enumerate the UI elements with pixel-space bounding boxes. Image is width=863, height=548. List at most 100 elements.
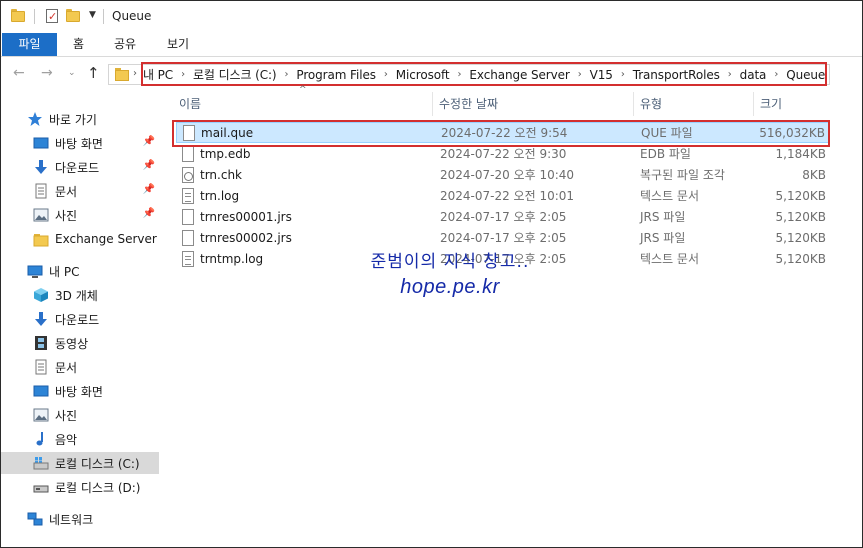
pin-icon[interactable]: 📌 xyxy=(143,208,155,219)
file-type: 복구된 파일 조각 xyxy=(640,168,725,182)
tab-home[interactable]: 홈 xyxy=(73,33,84,56)
column-header-name[interactable]: 이름 xyxy=(179,93,201,115)
file-size: 5,120KB xyxy=(775,231,826,245)
sidebar-item-downloads[interactable]: 다운로드 📌 xyxy=(1,156,159,178)
watermark-text: 준범이의 지식 창고.. xyxy=(370,252,530,272)
file-list: ^ 이름 수정한 날짜 유형 크기 mail.que 2024-07-22 오전… xyxy=(168,85,862,547)
file-type: EDB 파일 xyxy=(640,147,691,161)
window-title: Queue xyxy=(112,9,152,23)
sidebar-item-videos[interactable]: 동영상 xyxy=(1,332,159,354)
sidebar-item-label: 문서 xyxy=(55,360,78,375)
sidebar-item-local-disk-c[interactable]: 로컬 디스크 (C:) xyxy=(1,452,159,474)
file-name: trntmp.log xyxy=(200,252,264,266)
sidebar-item-label: 사진 xyxy=(55,208,78,223)
sidebar-item-music[interactable]: 음악 xyxy=(1,428,159,450)
sidebar-item-desktop[interactable]: 바탕 화면 📌 xyxy=(1,132,159,154)
sidebar-item-label: 3D 개체 xyxy=(55,288,98,303)
column-divider[interactable] xyxy=(432,92,433,116)
sidebar-network[interactable]: 네트워크 xyxy=(1,508,159,530)
tab-file[interactable]: 파일 xyxy=(2,33,57,56)
file-type: JRS 파일 xyxy=(640,210,686,224)
properties-icon[interactable]: ✓ xyxy=(46,9,58,23)
network-icon xyxy=(27,511,43,527)
file-row[interactable]: trn.log 2024-07-22 오전 10:01 텍스트 문서 5,120… xyxy=(176,186,830,207)
column-header-type[interactable]: 유형 xyxy=(640,93,662,115)
file-size: 5,120KB xyxy=(775,210,826,224)
recent-locations-chevron-icon[interactable]: ⌄ xyxy=(68,68,76,78)
sidebar-item-documents[interactable]: 문서 📌 xyxy=(1,180,159,202)
download-arrow-icon xyxy=(33,311,49,327)
sidebar-item-label: 음악 xyxy=(55,432,78,447)
sidebar-item-label: 다운로드 xyxy=(55,312,100,327)
folder-icon[interactable] xyxy=(11,9,25,22)
sidebar-item-pictures-pc[interactable]: 사진 xyxy=(1,404,159,426)
file-row[interactable]: trnres00002.jrs 2024-07-17 오후 2:05 JRS 파… xyxy=(176,228,830,249)
column-header-date[interactable]: 수정한 날짜 xyxy=(439,93,498,115)
pin-icon[interactable]: 📌 xyxy=(143,160,155,171)
file-date: 2024-07-22 오전 10:01 xyxy=(440,189,575,203)
sidebar-item-documents-pc[interactable]: 문서 xyxy=(1,356,159,378)
desktop-icon xyxy=(33,383,49,399)
sidebar-item-label: Exchange Server xyxy=(55,232,157,246)
document-icon xyxy=(33,359,49,375)
column-header-size[interactable]: 크기 xyxy=(760,93,782,115)
file-row[interactable]: trn.chk 2024-07-20 오후 10:40 복구된 파일 조각 8K… xyxy=(176,165,830,186)
sidebar-item-pictures[interactable]: 사진 📌 xyxy=(1,204,159,226)
sidebar-quick-access[interactable]: 바로 가기 xyxy=(1,108,159,130)
sidebar-item-label: 사진 xyxy=(55,408,78,423)
file-size: 8KB xyxy=(802,168,826,182)
file-date: 2024-07-20 오후 10:40 xyxy=(440,168,575,182)
toolbar-separator xyxy=(34,9,35,24)
sidebar-item-label: 로컬 디스크 (D:) xyxy=(55,480,141,495)
file-type: JRS 파일 xyxy=(640,231,686,245)
forward-arrow-icon[interactable]: → xyxy=(41,66,53,80)
file-date: 2024-07-17 오후 2:05 xyxy=(440,210,567,224)
sidebar-item-desktop-pc[interactable]: 바탕 화면 xyxy=(1,380,159,402)
cube-icon xyxy=(33,287,49,303)
address-highlight-box xyxy=(141,62,827,86)
title-separator xyxy=(103,9,104,24)
film-icon xyxy=(33,335,49,351)
sidebar-item-label: 다운로드 xyxy=(55,160,100,175)
pin-icon[interactable]: 📌 xyxy=(143,184,155,195)
customize-toolbar-dropdown-icon[interactable]: ▼ xyxy=(89,10,96,20)
sort-ascending-icon: ^ xyxy=(299,85,307,95)
file-name: trn.log xyxy=(200,189,240,203)
sidebar-item-local-disk-d[interactable]: 로컬 디스크 (D:) xyxy=(1,476,159,498)
tab-share[interactable]: 공유 xyxy=(114,33,136,56)
column-divider[interactable] xyxy=(753,92,754,116)
sidebar-item-label: 동영상 xyxy=(55,336,89,351)
new-folder-icon[interactable] xyxy=(66,9,80,22)
file-size: 5,120KB xyxy=(775,252,826,266)
ribbon-tabs: 파일 홈 공유 보기 xyxy=(1,32,862,57)
sidebar-item-3d-objects[interactable]: 3D 개체 xyxy=(1,284,159,306)
sidebar-item-label: 바탕 화면 xyxy=(55,136,103,151)
file-date: 2024-07-17 오후 2:05 xyxy=(440,231,567,245)
star-icon xyxy=(27,111,43,127)
sidebar-item-exchange-server[interactable]: Exchange Server xyxy=(1,228,159,250)
file-name: tmp.edb xyxy=(200,147,251,161)
file-name: trn.chk xyxy=(200,168,242,182)
file-type: 텍스트 문서 xyxy=(640,252,700,266)
sidebar-this-pc[interactable]: 내 PC xyxy=(1,260,159,282)
picture-icon xyxy=(33,407,49,423)
text-file-icon xyxy=(182,188,194,204)
pin-icon[interactable]: 📌 xyxy=(143,136,155,147)
download-arrow-icon xyxy=(33,159,49,175)
system-drive-icon xyxy=(33,455,49,471)
file-row[interactable]: tmp.edb 2024-07-22 오전 9:30 EDB 파일 1,184K… xyxy=(176,144,830,165)
watermark-url: hope.pe.kr xyxy=(400,276,500,298)
back-arrow-icon[interactable]: ← xyxy=(13,66,25,80)
file-size: 5,120KB xyxy=(775,189,826,203)
music-note-icon xyxy=(33,431,49,447)
sidebar-item-downloads-pc[interactable]: 다운로드 xyxy=(1,308,159,330)
file-row[interactable]: trnres00001.jrs 2024-07-17 오후 2:05 JRS 파… xyxy=(176,207,830,228)
chk-file-icon xyxy=(182,167,194,183)
tab-view[interactable]: 보기 xyxy=(167,33,189,56)
address-chevron-icon[interactable]: › xyxy=(133,68,137,79)
up-arrow-icon[interactable]: ↑ xyxy=(87,66,100,81)
column-divider[interactable] xyxy=(633,92,634,116)
sidebar-item-label: 바탕 화면 xyxy=(55,384,103,399)
selected-file-highlight-box xyxy=(172,120,830,147)
document-icon xyxy=(33,183,49,199)
